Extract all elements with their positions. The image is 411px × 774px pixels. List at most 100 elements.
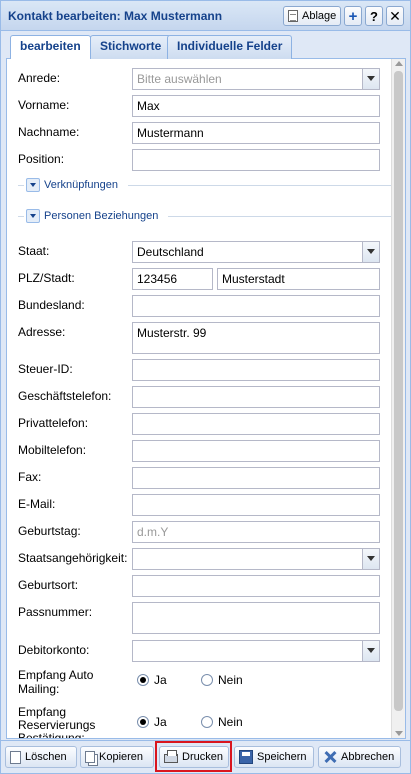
verknuepfungen-fieldset: Verknüpfungen xyxy=(18,178,392,192)
beziehungen-fieldset: Personen Beziehungen xyxy=(18,209,392,223)
radio-checked-icon[interactable] xyxy=(137,716,149,728)
geburtsort-label: Geburtsort: xyxy=(18,578,79,592)
staat-value: Deutschland xyxy=(137,245,204,259)
position-label: Position: xyxy=(18,152,65,166)
add-button[interactable]: + xyxy=(344,6,362,26)
passnummer-field[interactable] xyxy=(132,602,380,634)
ablage-label: Ablage xyxy=(302,10,337,22)
nachname-field[interactable]: Mustermann xyxy=(132,122,380,144)
copy-icon xyxy=(85,751,95,763)
tab-stichworte[interactable]: Stichworte xyxy=(90,35,172,59)
email-field[interactable] xyxy=(132,494,380,516)
expand-toggle-icon[interactable] xyxy=(26,178,40,192)
save-label: Speichern xyxy=(257,751,307,763)
beziehungen-legend[interactable]: Personen Beziehungen xyxy=(44,209,162,223)
window-title: Kontakt bearbeiten: Max Mustermann xyxy=(8,9,223,23)
radio-unchecked-icon[interactable] xyxy=(201,674,213,686)
adresse-label: Adresse: xyxy=(18,325,66,339)
verknuepfungen-legend[interactable]: Verknüpfungen xyxy=(44,178,122,192)
mobiltelefon-field[interactable] xyxy=(132,440,380,462)
debitorkonto-label: Debitorkonto: xyxy=(18,643,90,657)
scroll-down-icon[interactable] xyxy=(395,731,403,736)
window-titlebar: Kontakt bearbeiten: Max Mustermann Ablag… xyxy=(1,1,410,31)
scroll-thumb[interactable] xyxy=(394,71,403,711)
privattelefon-field[interactable] xyxy=(132,413,380,435)
cancel-label: Abbrechen xyxy=(341,751,395,763)
save-disk-icon xyxy=(239,750,253,764)
button-bar: Löschen Kopieren Drucken Speichern Abbre… xyxy=(1,740,410,773)
steuer-id-field[interactable] xyxy=(132,359,380,381)
tab-strip: bearbeiten Stichworte Individuelle Felde… xyxy=(6,35,406,60)
fieldset-divider xyxy=(18,216,24,217)
save-button[interactable]: Speichern xyxy=(234,746,314,768)
empfang-reservierung-label-2: Reservierungs xyxy=(18,718,96,732)
chevron-down-icon[interactable] xyxy=(362,549,379,569)
anrede-placeholder: Bitte auswählen xyxy=(137,72,222,86)
steuer-id-label: Steuer-ID: xyxy=(18,362,73,376)
empfang-auto-mailing-label-2: Mailing: xyxy=(18,682,60,696)
empfang-auto-mailing-label-1: Empfang Auto xyxy=(18,668,94,682)
anrede-label: Anrede: xyxy=(18,71,61,85)
staat-label: Staat: xyxy=(18,244,50,258)
geschaeftstelefon-field[interactable] xyxy=(132,386,380,408)
radio-unchecked-icon[interactable] xyxy=(201,716,213,728)
debitorkonto-select[interactable] xyxy=(132,640,380,662)
empfang-reservierung-label-1: Empfang xyxy=(18,705,67,719)
empfang-reservierung-ja[interactable]: Ja xyxy=(137,715,167,729)
geburtstag-label: Geburtstag: xyxy=(18,524,81,538)
stadt-field[interactable]: Musterstadt xyxy=(217,268,380,290)
chevron-down-icon[interactable] xyxy=(362,69,379,89)
nachname-label: Nachname: xyxy=(18,125,80,139)
close-icon: ✕ xyxy=(389,7,401,24)
staat-select[interactable]: Deutschland xyxy=(132,241,380,263)
fax-label: Fax: xyxy=(18,470,42,484)
staatsangehoerigkeit-select[interactable] xyxy=(132,548,380,570)
bundesland-label: Bundesland: xyxy=(18,298,85,312)
empfang-auto-mailing-ja[interactable]: Ja xyxy=(137,673,167,687)
geburtstag-field[interactable]: d.m.Y xyxy=(132,521,380,543)
print-highlight-box xyxy=(155,741,232,772)
ablage-button[interactable]: Ablage xyxy=(283,6,341,26)
copy-button[interactable]: Kopieren xyxy=(80,746,154,768)
fieldset-divider xyxy=(18,185,24,186)
position-field[interactable] xyxy=(132,149,380,171)
radio-checked-icon[interactable] xyxy=(137,674,149,686)
radio-label-nein: Nein xyxy=(218,673,243,687)
delete-label: Löschen xyxy=(25,751,67,763)
tab-bearbeiten[interactable]: bearbeiten xyxy=(10,35,91,60)
scroll-up-icon[interactable] xyxy=(395,61,403,66)
empfang-auto-mailing-nein[interactable]: Nein xyxy=(201,673,243,687)
delete-button[interactable]: Löschen xyxy=(5,746,77,768)
help-icon: ? xyxy=(370,8,378,24)
vorname-label: Vorname: xyxy=(18,98,70,112)
geschaeftstelefon-label: Geschäftstelefon: xyxy=(18,389,112,403)
privattelefon-label: Privattelefon: xyxy=(18,416,89,430)
empfang-reservierung-label-3: Bestätigung: xyxy=(18,731,85,739)
staatsangehoerigkeit-label: Staatsangehörigkeit: xyxy=(18,551,128,565)
tab-individuelle-felder[interactable]: Individuelle Felder xyxy=(167,35,293,59)
vorname-field[interactable]: Max xyxy=(132,95,380,117)
close-button[interactable]: ✕ xyxy=(386,6,404,26)
chevron-down-icon[interactable] xyxy=(362,242,379,262)
title-tools: Ablage + ? ✕ xyxy=(283,6,404,26)
email-label: E-Mail: xyxy=(18,497,56,511)
delete-document-icon xyxy=(10,750,21,764)
cancel-button[interactable]: Abbrechen xyxy=(318,746,401,768)
vertical-scrollbar[interactable] xyxy=(391,59,405,738)
empfang-reservierung-nein[interactable]: Nein xyxy=(201,715,243,729)
help-button[interactable]: ? xyxy=(365,6,383,26)
fieldset-divider xyxy=(128,185,392,186)
mobiltelefon-label: Mobiltelefon: xyxy=(18,443,87,457)
plz-field[interactable]: 123456 xyxy=(132,268,213,290)
bundesland-field[interactable] xyxy=(132,295,380,317)
anrede-select[interactable]: Bitte auswählen xyxy=(132,68,380,90)
chevron-down-icon[interactable] xyxy=(362,641,379,661)
cancel-x-icon xyxy=(323,750,337,764)
adresse-textarea[interactable]: Musterstr. 99 xyxy=(132,322,380,354)
geburtsort-field[interactable] xyxy=(132,575,380,597)
fax-field[interactable] xyxy=(132,467,380,489)
plz-stadt-label: PLZ/Stadt: xyxy=(18,271,75,285)
expand-toggle-icon[interactable] xyxy=(26,209,40,223)
copy-label: Kopieren xyxy=(99,751,144,763)
radio-label-ja: Ja xyxy=(154,673,167,687)
